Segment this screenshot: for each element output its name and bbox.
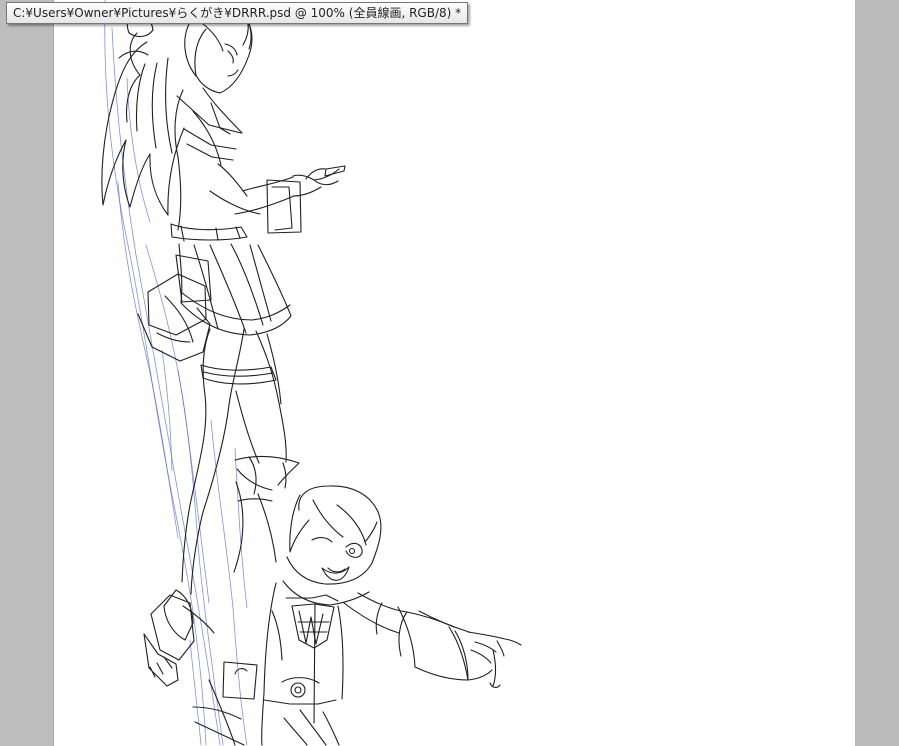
document-canvas[interactable] — [54, 0, 855, 746]
canvas-outside-area — [855, 0, 899, 746]
document-title-tooltip: C:¥Users¥Owner¥Pictures¥らくがき¥DRRR.psd @ … — [6, 2, 469, 24]
